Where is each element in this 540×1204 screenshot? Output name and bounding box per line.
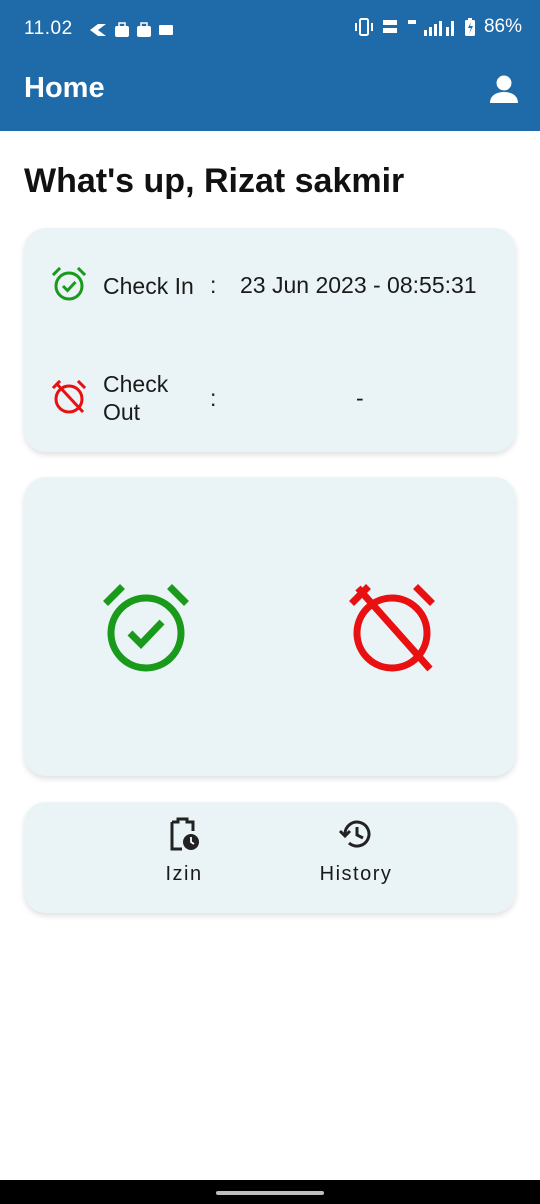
check-out-separator: : bbox=[210, 385, 217, 411]
check-action-card bbox=[24, 477, 516, 776]
status-right: 86% bbox=[354, 16, 522, 38]
check-out-label: Check Out bbox=[103, 370, 168, 426]
history-icon bbox=[338, 820, 371, 848]
alarm-check-icon bbox=[51, 266, 87, 301]
person-icon bbox=[490, 75, 518, 103]
profile-button[interactable] bbox=[486, 72, 522, 108]
notification-bag-icon-2 bbox=[137, 22, 151, 37]
signal-icon bbox=[407, 20, 454, 36]
clipboard-clock-icon bbox=[170, 817, 199, 851]
check-in-time: 23 Jun 2023 - 08:55:31 bbox=[240, 272, 477, 298]
menu-label-history: History bbox=[319, 863, 393, 885]
check-out-button[interactable] bbox=[342, 577, 442, 677]
notification-icons bbox=[88, 20, 174, 40]
system-nav-bar bbox=[0, 1180, 540, 1204]
battery-icon bbox=[464, 18, 475, 36]
menu-item-history[interactable]: History bbox=[306, 816, 406, 886]
notification-bag-icon bbox=[115, 22, 129, 37]
alarm-off-icon bbox=[51, 379, 87, 414]
home-gesture-handle[interactable] bbox=[216, 1191, 324, 1195]
greeting-heading: What's up, Rizat sakmir bbox=[24, 162, 405, 200]
menu-card: Izin History bbox=[24, 802, 516, 913]
check-out-label-line2: Out bbox=[103, 399, 141, 425]
menu-item-izin[interactable]: Izin bbox=[134, 816, 234, 886]
status-time: 11.02 bbox=[24, 18, 73, 39]
check-in-label: Check In bbox=[103, 273, 194, 299]
notification-app-icon bbox=[90, 24, 106, 36]
attendance-card: Check In : 23 Jun 2023 - 08:55:31 Check … bbox=[24, 228, 516, 452]
page-title: Home bbox=[24, 72, 105, 104]
check-in-separator: : bbox=[210, 272, 217, 298]
notification-mail-icon bbox=[159, 25, 173, 35]
volte-icon bbox=[382, 20, 397, 33]
status-bar: 11.02 86% bbox=[0, 0, 540, 60]
check-in-button[interactable] bbox=[96, 577, 196, 677]
vibrate-icon bbox=[354, 18, 373, 36]
app-bar: 11.02 86% Home bbox=[0, 0, 540, 131]
check-out-label-line1: Check bbox=[103, 371, 169, 397]
check-out-time: - bbox=[356, 385, 364, 411]
menu-label-izin: Izin bbox=[165, 863, 203, 885]
battery-percent: 86% bbox=[483, 16, 522, 37]
